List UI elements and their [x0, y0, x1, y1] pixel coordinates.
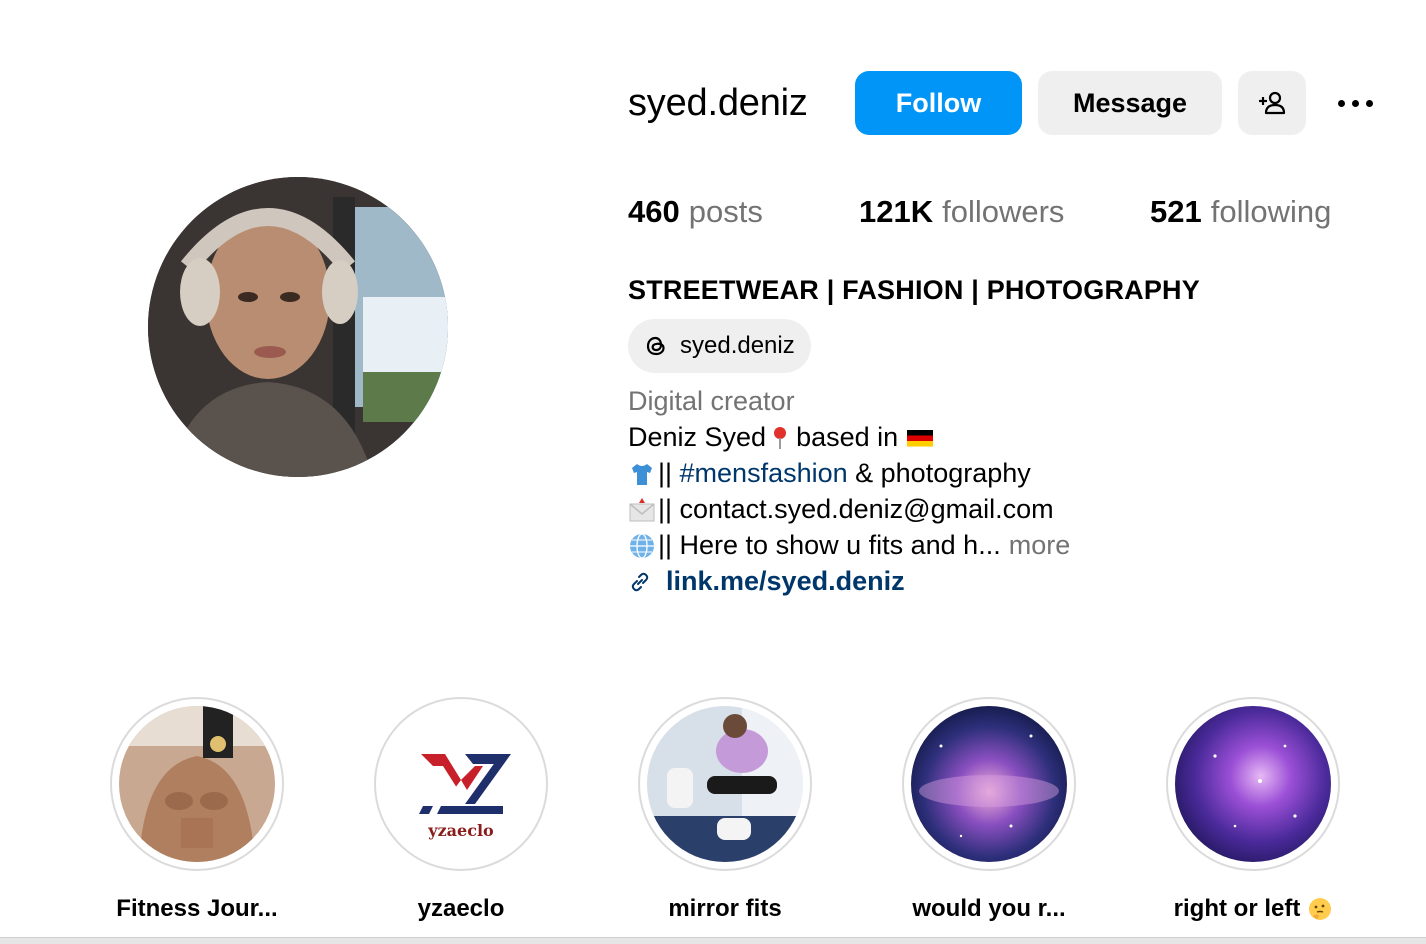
- bio-line-1: Deniz Syed based in: [628, 422, 936, 453]
- shirt-icon: [632, 463, 652, 485]
- profile-page: syed.deniz Follow Message 460 posts 121K f…: [0, 0, 1426, 944]
- highlight-label: yzaeclo: [417, 895, 505, 922]
- profile-category: Digital creator: [628, 386, 795, 416]
- threads-icon: [646, 336, 665, 356]
- bio-photography: & photography: [847, 458, 1031, 488]
- threads-handle: syed.deniz: [680, 332, 795, 359]
- person-add-icon: [1259, 91, 1286, 115]
- highlight-label: mirror fits: [668, 895, 782, 922]
- followers-count: 121K: [859, 194, 934, 229]
- highlight-cover[interactable]: [902, 697, 1076, 871]
- highlight-cover[interactable]: [638, 697, 812, 871]
- bio-email: || contact.syed.deniz@gmail.com: [658, 494, 1054, 524]
- profile-link-text: link.me/syed.deniz: [666, 566, 905, 596]
- bio-separator-2: ||: [658, 458, 680, 488]
- highlight-label: Fitness Jour...: [116, 895, 278, 922]
- logo-wordmark: yzaeclo: [427, 821, 494, 840]
- hashtag-link[interactable]: #mensfashion: [680, 458, 848, 489]
- followers-stat[interactable]: 121K followers: [859, 194, 1064, 230]
- thinking-face-icon: [1309, 898, 1332, 920]
- highlight-item[interactable]: would you r...: [902, 697, 1076, 923]
- bio-line-2: || #mensfashion & photography: [628, 458, 1031, 489]
- globe-icon: [630, 532, 654, 559]
- highlight-item[interactable]: mirror fits: [638, 697, 812, 923]
- highlight-item[interactable]: right or left: [1166, 697, 1340, 923]
- profile-avatar[interactable]: [148, 177, 448, 477]
- bio-line-3: || contact.syed.deniz@gmail.com: [628, 494, 1054, 525]
- yzaeclo-logo: yzaeclo: [419, 754, 511, 840]
- suggest-similar-button[interactable]: [1238, 71, 1306, 135]
- highlight-cover[interactable]: [1166, 697, 1340, 871]
- link-icon: [631, 572, 649, 591]
- bio-name: Deniz Syed: [628, 422, 767, 452]
- more-options-icon[interactable]: [1330, 86, 1380, 120]
- message-button[interactable]: Message: [1038, 71, 1222, 135]
- posts-count: 460: [628, 194, 680, 229]
- bio-more-button[interactable]: more: [1009, 530, 1071, 561]
- followers-label: followers: [942, 194, 1065, 229]
- highlight-cover[interactable]: [110, 697, 284, 871]
- highlight-label: would you r...: [912, 895, 1066, 922]
- following-stat[interactable]: 521 following: [1150, 194, 1331, 230]
- highlight-item[interactable]: yzaeclo yzaeclo: [374, 697, 548, 923]
- highlight-cover[interactable]: yzaeclo: [374, 697, 548, 871]
- bio-intro: || Here to show u fits and h...: [658, 530, 1001, 560]
- posts-label: posts: [688, 194, 763, 229]
- germany-flag-icon: [907, 429, 934, 446]
- pin-icon: [774, 426, 787, 449]
- profile-username: syed.deniz: [628, 82, 808, 124]
- posts-stat: 460 posts: [628, 194, 763, 230]
- profile-full-name: STREETWEAR | FASHION | PHOTOGRAPHY: [628, 275, 1200, 305]
- background-window-edge: [0, 937, 1426, 944]
- envelope-icon: [629, 497, 655, 521]
- bio-line-4: || Here to show u fits and h... more: [628, 530, 1070, 561]
- highlight-label-text: right or left: [1173, 895, 1301, 922]
- threads-badge[interactable]: syed.deniz: [628, 319, 811, 373]
- highlight-label: right or left: [1174, 895, 1333, 923]
- following-label: following: [1210, 194, 1332, 229]
- follow-button[interactable]: Follow: [855, 71, 1022, 135]
- highlight-item[interactable]: Fitness Jour...: [110, 697, 284, 923]
- following-count: 521: [1150, 194, 1202, 229]
- bio-based-in: based in: [796, 422, 899, 452]
- profile-link[interactable]: link.me/syed.deniz: [628, 566, 905, 597]
